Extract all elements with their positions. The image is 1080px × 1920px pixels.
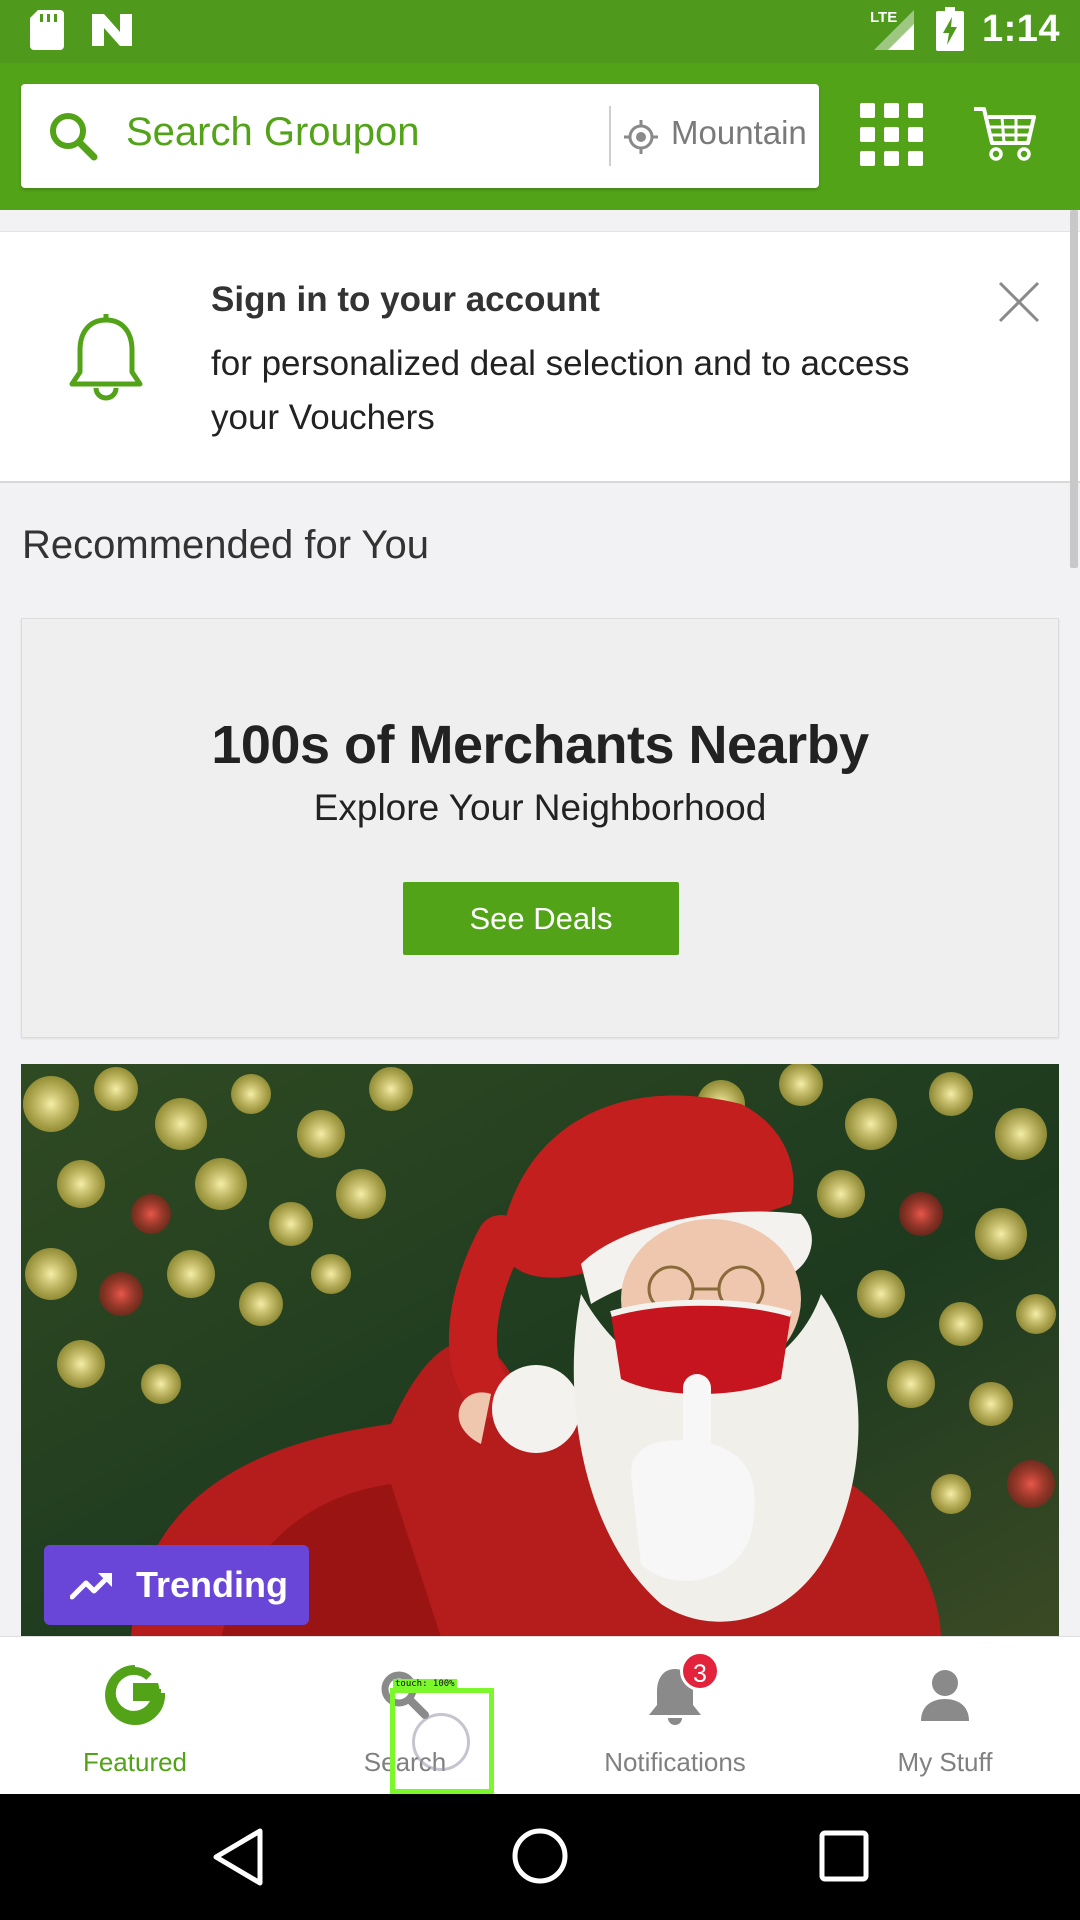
recent-apps-icon[interactable]: [818, 1829, 870, 1883]
search-divider: [609, 106, 611, 166]
location-icon[interactable]: [624, 120, 658, 154]
back-icon[interactable]: [210, 1827, 266, 1887]
merchants-subtitle: Explore Your Neighborhood: [313, 787, 767, 828]
search-icon: [50, 113, 98, 161]
nav-item-my-stuff[interactable]: My Stuff: [810, 1637, 1080, 1795]
section-title: Recommended for You: [22, 523, 429, 567]
nav-label-notifications: Notifications: [604, 1747, 746, 1777]
merchants-title: 100s of Merchants Nearby: [211, 715, 869, 775]
bell-icon: [69, 314, 143, 401]
nav-label-my-stuff: My Stuff: [897, 1747, 993, 1777]
signin-banner[interactable]: Sign in to your account for personalized…: [0, 231, 1080, 483]
search-input[interactable]: Search Groupon: [126, 110, 420, 155]
touch-indicator-label: touch: 100%: [393, 1679, 457, 1689]
system-navigation-bar: [0, 1794, 1080, 1920]
close-icon[interactable]: [994, 277, 1044, 327]
home-icon[interactable]: [510, 1826, 570, 1886]
location-selector[interactable]: Mountain: [671, 114, 809, 152]
merchants-card[interactable]: 100s of Merchants Nearby Explore Your Ne…: [21, 618, 1059, 1038]
nav-label-featured: Featured: [82, 1747, 188, 1777]
trending-up-icon: [70, 1573, 112, 1600]
bottom-navigation: Featured Search Notifications My Stuff 3: [0, 1636, 1080, 1794]
trending-badge: Trending: [44, 1545, 309, 1625]
scrollbar[interactable]: [1070, 210, 1078, 568]
nav-item-featured[interactable]: Featured: [0, 1637, 270, 1795]
svg-text:LTE: LTE: [870, 9, 897, 26]
status-bar: LTE 1:14: [0, 0, 1080, 63]
signin-title: Sign in to your account: [211, 280, 600, 319]
groupon-g-icon: [105, 1665, 165, 1725]
status-time: 1:14: [981, 7, 1060, 50]
app-header: Search Groupon Mountain: [0, 63, 1080, 210]
see-deals-button[interactable]: See Deals: [403, 882, 679, 955]
signal-icon: LTE: [870, 9, 914, 50]
n-app-icon: [92, 14, 132, 46]
battery-charging-icon: [935, 7, 964, 51]
touch-indicator-circle: [412, 1713, 470, 1771]
grid-menu-icon[interactable]: [860, 103, 924, 167]
person-icon: [921, 1670, 969, 1721]
signin-description: for personalized deal selection and to a…: [211, 344, 910, 437]
cart-icon[interactable]: [972, 103, 1038, 163]
notification-count-badge: 3: [680, 1651, 720, 1691]
search-bar[interactable]: Search Groupon Mountain: [21, 84, 819, 188]
screen: LTE 1:14 Search Groupon Mountain Sign in…: [0, 0, 1080, 1920]
nav-item-notifications[interactable]: Notifications: [540, 1637, 810, 1795]
trending-label: Trending: [136, 1564, 288, 1605]
sd-card-icon: [30, 10, 64, 50]
